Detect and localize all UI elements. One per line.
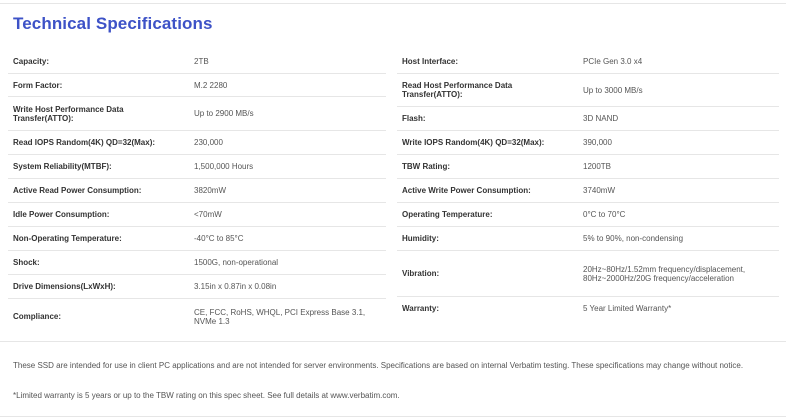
spec-value: 3740mW	[583, 186, 616, 195]
spec-value: 20Hz~80Hz/1.52mm frequency/displacement,…	[583, 264, 746, 283]
spec-value: 5% to 90%, non-condensing	[583, 234, 684, 243]
spec-value: 5 Year Limited Warranty*	[583, 303, 672, 313]
spec-label: Read IOPS Random(4K) QD=32(Max):	[13, 138, 156, 147]
spec-value: Up to 3000 MB/s	[583, 85, 643, 95]
spec-row-active-write-power: Active Write Power Consumption: 3740mW	[397, 179, 779, 203]
spec-value: 3820mW	[194, 186, 227, 195]
spec-label: Compliance:	[13, 312, 62, 321]
spec-label: Non-Operating Temperature:	[13, 234, 122, 243]
spec-label: Vibration:	[402, 269, 440, 278]
spec-label: Idle Power Consumption:	[13, 210, 110, 219]
spec-label: System Reliability(MTBF):	[13, 162, 112, 171]
spec-row-drive-dimensions: Drive Dimensions(LxWxH): 3.15in x 0.87in…	[8, 275, 386, 299]
spec-row-write-host-performance: Write Host Performance Data Transfer(ATT…	[8, 97, 386, 131]
spec-label: Drive Dimensions(LxWxH):	[13, 282, 116, 291]
spec-value: PCIe Gen 3.0 x4	[583, 57, 643, 66]
spec-value: CE, FCC, RoHS, WHQL, PCI Express Base 3.…	[194, 307, 366, 326]
spec-value: 2TB	[194, 57, 209, 66]
spec-label: Operating Temperature:	[402, 210, 493, 219]
spec-row-warranty: Warranty: 5 Year Limited Warranty*	[397, 297, 779, 319]
spec-row-idle-power: Idle Power Consumption: <70mW	[8, 203, 386, 227]
spec-label: Humidity:	[402, 234, 439, 243]
warranty-note: *Limited warranty is 5 years or up to th…	[13, 391, 400, 400]
spec-label: Capacity:	[13, 57, 50, 66]
spec-value: 1200TB	[583, 162, 612, 171]
spec-value: <70mW	[194, 210, 222, 219]
spec-row-active-read-power: Active Read Power Consumption: 3820mW	[8, 179, 386, 203]
spec-row-shock: Shock: 1500G, non-operational	[8, 251, 386, 275]
spec-value: 0°C to 70°C	[583, 210, 626, 219]
spec-row-write-iops: Write IOPS Random(4K) QD=32(Max): 390,00…	[397, 131, 779, 155]
spec-value: 1,500,000 Hours	[194, 162, 254, 171]
spec-row-tbw-rating: TBW Rating: 1200TB	[397, 155, 779, 179]
disclaimer-note: These SSD are intended for use in client…	[13, 361, 744, 370]
spec-label: Flash:	[402, 114, 426, 123]
notes-divider	[0, 341, 786, 342]
spec-value: 3D NAND	[583, 114, 619, 123]
spec-label: Form Factor:	[13, 80, 63, 90]
spec-row-capacity: Capacity: 2TB	[8, 50, 386, 74]
spec-row-flash: Flash: 3D NAND	[397, 107, 779, 131]
spec-value: -40°C to 85°C	[194, 234, 244, 243]
spec-value: M.2 2280	[194, 80, 228, 90]
spec-value: 3.15in x 0.87in x 0.08in	[194, 282, 277, 291]
spec-row-operating-temperature: Operating Temperature: 0°C to 70°C	[397, 203, 779, 227]
spec-label: Host Interface:	[402, 57, 459, 66]
page-title: Technical Specifications	[13, 14, 213, 33]
spec-value: 390,000	[583, 138, 612, 147]
top-divider	[0, 3, 786, 4]
spec-table-left: Capacity: 2TB Form Factor: M.2 2280 Writ…	[8, 50, 386, 334]
spec-label: Read Host Performance Data Transfer(ATTO…	[402, 81, 513, 99]
spec-label: Write IOPS Random(4K) QD=32(Max):	[402, 138, 545, 147]
spec-row-non-operating-temperature: Non-Operating Temperature: -40°C to 85°C	[8, 227, 386, 251]
spec-row-mtbf: System Reliability(MTBF): 1,500,000 Hour…	[8, 155, 386, 179]
bottom-divider	[0, 416, 786, 417]
spec-value: Up to 2900 MB/s	[194, 109, 254, 118]
spec-label: Shock:	[13, 258, 40, 267]
spec-label: Warranty:	[402, 303, 440, 313]
spec-sheet-page: Technical Specifications Capacity: 2TB F…	[0, 0, 786, 420]
spec-row-compliance: Compliance: CE, FCC, RoHS, WHQL, PCI Exp…	[8, 299, 386, 334]
spec-label: Active Write Power Consumption:	[402, 186, 531, 195]
spec-label: TBW Rating:	[402, 162, 450, 171]
spec-row-host-interface: Host Interface: PCIe Gen 3.0 x4	[397, 50, 779, 74]
spec-label: Active Read Power Consumption:	[13, 186, 142, 195]
spec-row-vibration: Vibration: 20Hz~80Hz/1.52mm frequency/di…	[397, 251, 779, 297]
spec-value: 1500G, non-operational	[194, 258, 279, 267]
spec-row-humidity: Humidity: 5% to 90%, non-condensing	[397, 227, 779, 251]
spec-table-right: Host Interface: PCIe Gen 3.0 x4 Read Hos…	[397, 50, 779, 319]
spec-row-form-factor: Form Factor: M.2 2280	[8, 74, 386, 97]
spec-row-read-host-performance: Read Host Performance Data Transfer(ATTO…	[397, 74, 779, 107]
spec-value: 230,000	[194, 138, 223, 147]
spec-label: Write Host Performance Data Transfer(ATT…	[13, 104, 124, 123]
spec-row-read-iops: Read IOPS Random(4K) QD=32(Max): 230,000	[8, 131, 386, 155]
